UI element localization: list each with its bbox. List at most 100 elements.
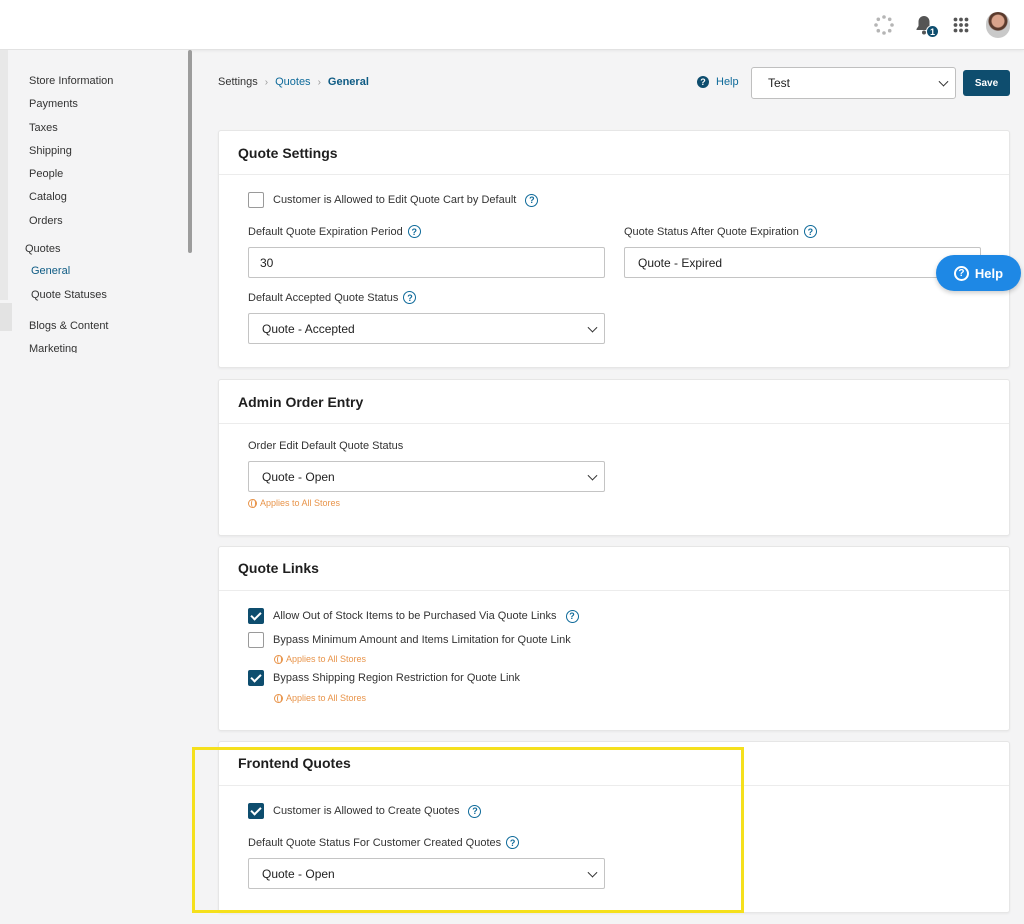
applies-to-all-stores-text: Applies to All Stores [286,654,367,664]
bypass-minimum-label: Bypass Minimum Amount and Items Limitati… [273,634,571,646]
card-divider [219,423,1009,424]
status-after-expiration-label: Quote Status After Quote Expiration ? [624,225,817,238]
sidebar-item-people[interactable]: People [29,166,113,189]
sidebar-item-general[interactable]: General [31,265,70,277]
customer-create-quotes-checkbox[interactable] [248,803,264,819]
notifications-bell-icon[interactable]: 1 [913,14,939,38]
sidebar-item-payments[interactable]: Payments [29,96,113,119]
store-select-value: Test [768,76,791,90]
card-divider [219,174,1009,175]
card-divider [219,590,1009,591]
question-circle-icon[interactable]: ? [468,804,482,818]
sidebar-scrollbar[interactable] [188,50,192,253]
bypass-shipping-label: Bypass Shipping Region Restriction for Q… [273,672,521,684]
status-after-expiration-label-text: Quote Status After Quote Expiration [624,225,799,238]
sidebar-item-taxes[interactable]: Taxes [29,120,113,143]
quote-links-card: Quote Links Allow Out of Stock Items to … [218,546,1010,731]
quote-settings-card: Quote Settings Customer is Allowed to Ed… [218,130,1010,368]
sidebar-edge-block [0,303,12,331]
accepted-status-label: Default Accepted Quote Status ? [248,291,417,304]
customer-default-status-select[interactable]: Quote - Open [248,858,605,889]
expiration-period-input[interactable]: 30 [248,247,605,278]
expiration-period-value: 30 [260,255,274,270]
frontend-quotes-title: Frontend Quotes [238,755,351,771]
globe-icon [248,498,257,508]
applies-to-all-stores-text: Applies to All Stores [260,498,341,508]
expiration-period-label: Default Quote Expiration Period ? [248,225,421,238]
chevron-down-icon [587,322,598,333]
help-link-label: Help [716,76,739,88]
customer-create-quotes-row: Customer is Allowed to Create Quotes ? [248,803,482,819]
customer-default-status-label: Default Quote Status For Customer Create… [248,836,520,849]
order-edit-status-select[interactable]: Quote - Open [248,461,605,492]
sidebar-menu: Store Information Payments Taxes Shippin… [29,73,113,236]
user-avatar[interactable] [986,12,1010,38]
bypass-minimum-checkbox[interactable] [248,632,264,648]
accepted-status-value: Quote - Accepted [262,321,355,336]
sidebar-item-orders[interactable]: Orders [29,213,113,236]
applies-to-all-stores-note: Applies to All Stores [274,654,366,664]
sidebar-item-blogs-content[interactable]: Blogs & Content [29,320,109,332]
card-divider [219,785,1009,786]
applies-to-all-stores-note: Applies to All Stores [274,693,366,703]
top-bar: 1 [0,0,1024,50]
allow-edit-quote-cart-row: Customer is Allowed to Edit Quote Cart b… [248,192,539,208]
floating-help-button[interactable]: ? Help [936,255,1021,291]
allow-edit-quote-cart-label: Customer is Allowed to Edit Quote Cart b… [273,194,517,206]
status-after-expiration-value: Quote - Expired [638,255,723,270]
bypass-shipping-checkbox[interactable] [248,670,264,686]
customer-default-status-label-text: Default Quote Status For Customer Create… [248,836,502,849]
question-circle-icon[interactable]: ? [506,836,520,849]
question-circle-icon[interactable]: ? [407,225,421,238]
sidebar-item-marketing[interactable]: Marketing [29,343,77,353]
apps-grid-icon[interactable] [950,14,972,36]
applies-to-all-stores-note: Applies to All Stores [248,498,340,508]
save-button[interactable]: Save [963,70,1010,96]
frontend-quotes-card: Frontend Quotes Customer is Allowed to C… [218,741,1010,913]
allow-out-of-stock-label: Allow Out of Stock Items to be Purchased… [273,610,557,622]
question-circle-icon[interactable]: ? [803,225,817,238]
breadcrumb-chevron-icon: › [264,76,269,88]
admin-order-entry-title: Admin Order Entry [238,394,364,410]
question-circle-icon[interactable]: ? [565,609,579,623]
settings-sidebar: Store Information Payments Taxes Shippin… [0,50,192,924]
store-select[interactable]: Test [751,67,956,99]
sidebar-item-quote-statuses[interactable]: Quote Statuses [31,289,107,301]
applies-to-all-stores-text: Applies to All Stores [286,693,367,703]
breadcrumb-settings[interactable]: Settings [218,76,258,88]
customer-default-status-value: Quote - Open [262,866,335,881]
accepted-status-select[interactable]: Quote - Accepted [248,313,605,344]
loading-spinner-icon [873,14,895,36]
sidebar-scroll-track [0,50,8,300]
question-circle-icon[interactable]: ? [403,291,417,304]
chevron-down-icon [938,76,949,87]
globe-icon [274,654,283,664]
chevron-down-icon [587,470,598,481]
sidebar-group-quotes[interactable]: Quotes [25,243,60,255]
sidebar-item-catalog[interactable]: Catalog [29,189,113,212]
allow-out-of-stock-checkbox[interactable] [248,608,264,624]
order-edit-status-value: Quote - Open [262,469,335,484]
breadcrumb: Settings › Quotes › General [218,76,369,88]
question-circle-icon: ? [697,76,709,88]
quote-links-title: Quote Links [238,560,319,576]
allow-edit-quote-cart-checkbox[interactable] [248,192,264,208]
chevron-down-icon [587,867,598,878]
bypass-shipping-row: Bypass Shipping Region Restriction for Q… [248,670,520,686]
accepted-status-label-text: Default Accepted Quote Status [248,291,399,304]
sidebar-item-store-information[interactable]: Store Information [29,73,113,96]
question-circle-icon: ? [953,265,969,281]
question-circle-icon[interactable]: ? [525,193,539,207]
breadcrumb-quotes[interactable]: Quotes [275,76,310,88]
quote-settings-title: Quote Settings [238,145,338,161]
breadcrumb-general: General [327,76,369,88]
help-link[interactable]: ? Help [697,76,739,88]
status-after-expiration-select[interactable]: Quote - Expired [624,247,981,278]
bypass-minimum-row: Bypass Minimum Amount and Items Limitati… [248,632,571,648]
floating-help-label: Help [974,265,1004,281]
allow-out-of-stock-row: Allow Out of Stock Items to be Purchased… [248,608,579,624]
notification-count-badge: 1 [926,25,939,38]
order-edit-status-label: Order Edit Default Quote Status [248,440,404,452]
sidebar-item-shipping[interactable]: Shipping [29,143,113,166]
customer-create-quotes-label: Customer is Allowed to Create Quotes [273,805,460,817]
